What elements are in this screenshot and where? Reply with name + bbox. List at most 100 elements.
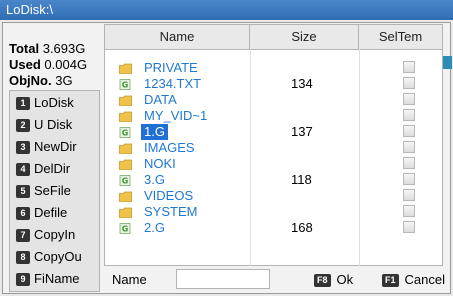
folder-icon	[119, 158, 132, 170]
key-6-icon: 6	[16, 206, 30, 220]
objno-label: ObjNo.	[9, 73, 52, 88]
folder-icon	[119, 110, 132, 122]
column-header-name[interactable]: Name	[105, 25, 250, 49]
menu-item-sefile[interactable]: 5 SeFile	[16, 181, 99, 201]
cancel-label: Cancel	[404, 272, 445, 287]
folder-icon	[119, 142, 132, 154]
menu-item-label: U Disk	[34, 117, 73, 132]
file-icon: G	[119, 222, 132, 234]
f1-key-icon: F1	[382, 273, 399, 287]
used-label: Used	[9, 57, 41, 72]
table-row[interactable]: DATA	[105, 92, 442, 108]
bottom-bar: Name F8 Ok F1 Cancel	[104, 268, 452, 293]
key-9-icon: 9	[16, 272, 30, 286]
select-checkbox[interactable]	[403, 189, 415, 201]
file-name[interactable]: PRIVATE	[141, 60, 201, 76]
menu-item-label: Defile	[34, 205, 68, 220]
folder-icon	[119, 206, 132, 218]
file-size: 134	[291, 76, 313, 91]
menu-item-label: CopyIn	[34, 227, 76, 242]
svg-text:G: G	[122, 129, 129, 138]
select-checkbox[interactable]	[403, 157, 415, 169]
select-checkbox[interactable]	[403, 141, 415, 153]
table-row[interactable]: G 3.G 118	[105, 172, 442, 188]
ok-button[interactable]: F8 Ok	[314, 272, 353, 288]
key-8-icon: 8	[16, 250, 30, 264]
table-row[interactable]: IMAGES	[105, 140, 442, 156]
name-label: Name	[112, 272, 147, 287]
menu-item-finame[interactable]: 9 FiName	[16, 269, 99, 289]
table-row[interactable]: PRIVATE	[105, 60, 442, 76]
file-name[interactable]: 1.G	[141, 124, 168, 140]
key-3-icon: 3	[16, 140, 30, 154]
table-row[interactable]: VIDEOS	[105, 188, 442, 204]
name-input[interactable]	[176, 269, 270, 289]
menu-item-deldir[interactable]: 4 DelDir	[16, 159, 99, 179]
table-row[interactable]: NOKI	[105, 156, 442, 172]
menu-item-label: DelDir	[34, 161, 71, 176]
svg-text:G: G	[122, 177, 129, 186]
function-menu: 1 LoDisk 2 U Disk 3 NewDir 4 DelDir 5 SeFile 6 Defi…	[9, 90, 100, 292]
table-row[interactable]: G 2.G 168	[105, 220, 442, 236]
menu-item-label: NewDir	[34, 139, 77, 154]
used-value: 0.004G	[44, 57, 88, 72]
file-icon: G	[119, 174, 132, 186]
total-value: 3.693G	[42, 41, 86, 56]
used-stat: Used 0.004G	[9, 57, 87, 73]
key-7-icon: 7	[16, 228, 30, 242]
file-icon: G	[119, 126, 132, 138]
file-name[interactable]: IMAGES	[141, 140, 198, 156]
select-checkbox[interactable]	[403, 93, 415, 105]
menu-item-label: CopyOu	[34, 249, 82, 264]
table-row[interactable]: G 1.G 137	[105, 124, 442, 140]
file-size: 118	[291, 172, 312, 187]
menu-item-newdir[interactable]: 3 NewDir	[16, 137, 99, 157]
menu-item-copyou[interactable]: 8 CopyOu	[16, 247, 99, 267]
file-name[interactable]: 3.G	[141, 172, 168, 188]
menu-item-defile[interactable]: 6 Defile	[16, 203, 99, 223]
column-header-selitem[interactable]: SelTem	[359, 25, 442, 49]
total-stat: Total 3.693G	[9, 41, 87, 57]
menu-item-u-disk[interactable]: 2 U Disk	[16, 115, 99, 135]
file-name[interactable]: 2.G	[141, 220, 168, 236]
svg-text:G: G	[122, 81, 129, 90]
table-row[interactable]: MY_VID~1	[105, 108, 442, 124]
svg-text:G: G	[122, 225, 129, 234]
file-size: 137	[291, 124, 313, 139]
select-checkbox[interactable]	[403, 109, 415, 121]
file-manager-window: Total 3.693G Used 0.004G ObjNo. 3G 1 LoDi…	[2, 22, 452, 294]
file-name[interactable]: VIDEOS	[141, 188, 196, 204]
column-header-size[interactable]: Size	[250, 25, 359, 49]
table-row[interactable]: SYSTEM	[105, 204, 442, 220]
menu-item-lodisk[interactable]: 1 LoDisk	[16, 93, 99, 113]
menu-item-label: FiName	[34, 271, 80, 286]
objno-stat: ObjNo. 3G	[9, 73, 87, 89]
scrollbar-thumb[interactable]	[443, 56, 452, 69]
window-title: LoDisk:\	[0, 0, 453, 20]
file-list: PRIVATE G 1234.TXT 134 DATA MY_VID~1 G 1.G 137 IM…	[105, 60, 442, 236]
key-2-icon: 2	[16, 118, 30, 132]
select-checkbox[interactable]	[403, 205, 415, 217]
ok-label: Ok	[336, 272, 354, 287]
file-name[interactable]: SYSTEM	[141, 204, 200, 220]
key-4-icon: 4	[16, 162, 30, 176]
file-size: 168	[291, 220, 313, 235]
file-name[interactable]: 1234.TXT	[141, 76, 204, 92]
folder-icon	[119, 62, 132, 74]
select-checkbox[interactable]	[403, 61, 415, 73]
select-checkbox[interactable]	[403, 173, 415, 185]
table-header: Name Size SelTem	[105, 25, 442, 50]
menu-item-label: LoDisk	[34, 95, 74, 110]
table-row[interactable]: G 1234.TXT 134	[105, 76, 442, 92]
select-checkbox[interactable]	[403, 77, 415, 89]
f8-key-icon: F8	[314, 273, 331, 287]
file-table: Name Size SelTem PRIVATE G 1234.TXT 134 DATA…	[104, 24, 443, 266]
cancel-button[interactable]: F1 Cancel	[382, 272, 445, 288]
file-name[interactable]: NOKI	[141, 156, 179, 172]
select-checkbox[interactable]	[403, 125, 415, 137]
file-name[interactable]: MY_VID~1	[141, 108, 210, 124]
menu-item-copyin[interactable]: 7 CopyIn	[16, 225, 99, 245]
select-checkbox[interactable]	[403, 221, 415, 233]
folder-icon	[119, 94, 132, 106]
file-name[interactable]: DATA	[141, 92, 180, 108]
